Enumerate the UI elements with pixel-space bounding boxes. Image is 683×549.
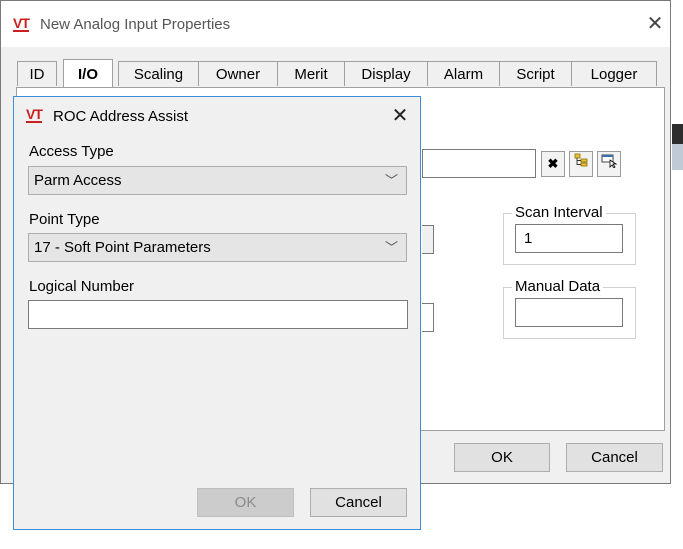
window-title: New Analog Input Properties (40, 16, 231, 33)
background-window-edge-highlight (672, 144, 683, 170)
tab-alarm[interactable]: Alarm (427, 61, 500, 86)
point-type-select[interactable]: 17 - Soft Point Parameters ﹀ (28, 233, 407, 262)
ok-button[interactable]: OK (454, 443, 550, 472)
scan-interval-group: Scan Interval 1 (503, 204, 636, 265)
scan-interval-label: Scan Interval (512, 204, 606, 221)
chevron-down-icon: ﹀ (384, 173, 398, 188)
close-icon[interactable]: ✕ (386, 103, 414, 129)
chevron-down-icon: ﹀ (384, 240, 398, 255)
tab-logger[interactable]: Logger (571, 61, 657, 86)
tab-merit[interactable]: Merit (277, 61, 345, 86)
manual-data-label: Manual Data (512, 278, 604, 295)
vt-logo-icon: VT (13, 15, 30, 32)
close-icon[interactable]: ✕ (641, 11, 669, 37)
tab-id[interactable]: ID (17, 61, 57, 86)
window-titlebar: VT New Analog Input Properties ✕ (1, 1, 670, 47)
tab-script[interactable]: Script (499, 61, 572, 86)
manual-data-input[interactable] (515, 298, 623, 327)
hidden-field-edge (422, 303, 434, 332)
tab-scaling[interactable]: Scaling (118, 61, 199, 86)
tab-owner[interactable]: Owner (198, 61, 278, 86)
tab-display[interactable]: Display (344, 61, 428, 86)
roc-address-assist-dialog: VT ROC Address Assist ✕ Access Type Parm… (13, 96, 421, 530)
access-type-label: Access Type (29, 143, 114, 160)
hidden-control-edge (422, 225, 434, 254)
access-type-select[interactable]: Parm Access ﹀ (28, 166, 407, 195)
logical-number-label: Logical Number (29, 278, 135, 295)
x-icon[interactable]: ✖ (541, 151, 565, 177)
access-type-value: Parm Access (34, 172, 122, 189)
scan-interval-input[interactable]: 1 (515, 224, 623, 253)
dialog-cancel-button[interactable]: Cancel (310, 488, 407, 517)
io-address-field[interactable] (422, 149, 536, 178)
dialog-title: ROC Address Assist (53, 108, 189, 125)
pick-point-icon[interactable] (597, 151, 621, 177)
vt-logo-icon: VT (26, 106, 43, 123)
cancel-button[interactable]: Cancel (566, 443, 663, 472)
point-type-value: 17 - Soft Point Parameters (34, 239, 211, 256)
tab-io[interactable]: I/O (63, 59, 113, 87)
point-type-label: Point Type (29, 211, 100, 228)
dialog-ok-button[interactable]: OK (197, 488, 294, 517)
manual-data-group: Manual Data (503, 278, 636, 339)
tree-browse-icon[interactable] (569, 151, 593, 177)
logical-number-input[interactable] (28, 300, 408, 329)
